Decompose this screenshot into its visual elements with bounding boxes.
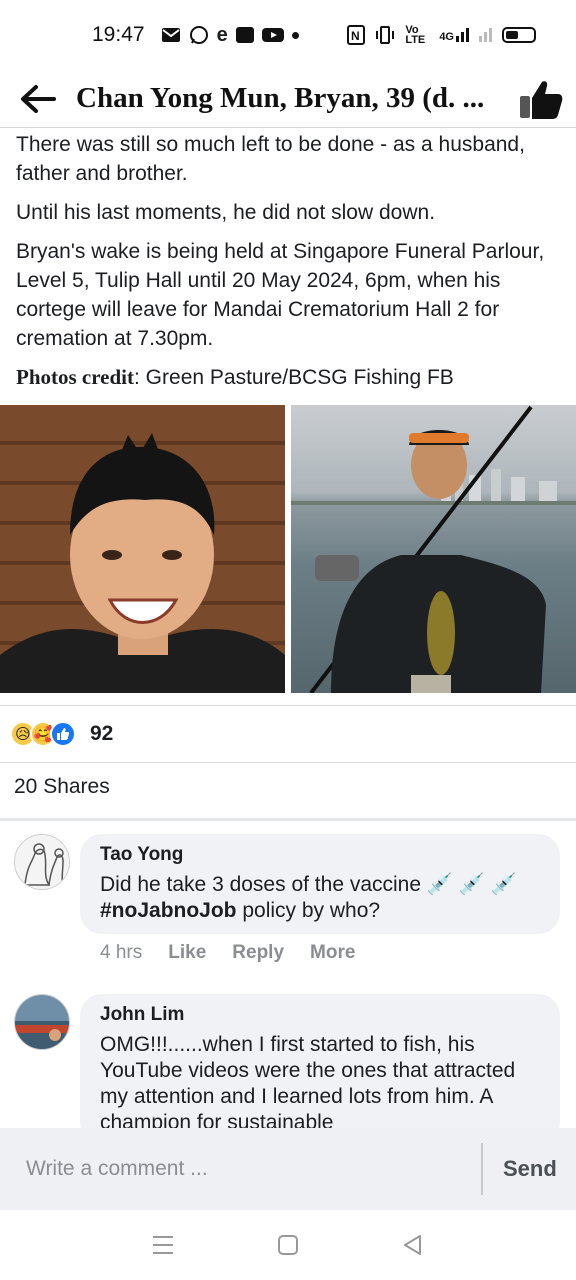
photo-credit: Photos credit: Green Pasture/BCSG Fishin… <box>16 363 564 392</box>
vibrate-icon <box>376 26 395 44</box>
battery-icon <box>502 27 536 43</box>
commenter-name[interactable]: John Lim <box>100 1004 540 1026</box>
comment-like-button[interactable]: Like <box>168 942 206 964</box>
like-page-button[interactable] <box>506 70 576 128</box>
comment-more-button[interactable]: More <box>310 942 355 964</box>
avatar[interactable] <box>14 834 70 890</box>
post-body: There was still so much left to be done … <box>16 130 564 402</box>
back-button[interactable] <box>0 70 76 128</box>
shopping-icon <box>235 27 254 43</box>
back-nav-button[interactable] <box>393 1225 433 1265</box>
signal-4g-icon: 4G <box>439 28 469 43</box>
page-title: Chan Yong Mun, Bryan, 39 (d. ... <box>76 82 485 114</box>
fishing-illustration <box>291 405 576 693</box>
photo-fishing[interactable] <box>291 405 576 693</box>
reaction-count: 92 <box>90 722 114 745</box>
whatsapp-icon <box>189 26 208 44</box>
divider <box>0 818 576 821</box>
menu-nav-button[interactable] <box>143 1225 183 1265</box>
square-icon <box>277 1235 298 1255</box>
mail-icon <box>161 28 180 42</box>
comment-input[interactable]: Write a comment ... <box>26 1157 481 1181</box>
photo-portrait[interactable] <box>0 405 285 693</box>
reactions-summary[interactable]: 😥 🥰 92 <box>10 710 113 758</box>
shares-count[interactable]: 20 Shares <box>14 775 110 799</box>
hashtag-link[interactable]: #noJabnoJob <box>100 899 237 922</box>
comment-bubble[interactable]: Tao Yong Did he take 3 doses of the vacc… <box>80 834 560 934</box>
post-paragraph: There was still so much left to be done … <box>16 133 525 185</box>
photo-credit-text: : Green Pasture/BCSG Fishing FB <box>134 366 454 389</box>
more-notifications-dot <box>291 31 299 39</box>
volte-label: Vo LTE <box>405 24 426 46</box>
divider <box>0 762 576 763</box>
comment-time: 4 hrs <box>100 942 143 963</box>
portrait-illustration <box>0 433 285 693</box>
app-e-icon: e <box>216 23 228 46</box>
triangle-back-icon <box>404 1235 422 1255</box>
post-paragraph: Until his last moments, he did not slow … <box>16 201 436 224</box>
like-reaction-icon <box>50 721 76 747</box>
thumbs-up-icon <box>520 80 563 119</box>
comment-reply-button[interactable]: Reply <box>232 942 284 964</box>
comment-text: Did he take 3 doses of the vaccine 💉 💉 💉… <box>100 873 517 922</box>
divider <box>0 705 576 706</box>
photo-grid <box>0 405 576 693</box>
system-nav-bar <box>0 1210 576 1280</box>
comment-text: OMG!!!......when I first started to fish… <box>100 1033 516 1134</box>
menu-icon <box>152 1236 173 1254</box>
system-icons: N Vo LTE 4G <box>347 24 536 46</box>
comment-bubble[interactable]: John Lim OMG!!!......when I first starte… <box>80 994 560 1144</box>
arrow-left-icon <box>21 84 56 113</box>
status-time: 19:47 <box>92 23 145 46</box>
svg-text:N: N <box>351 29 360 43</box>
notification-icons: e <box>161 24 299 47</box>
nfc-icon: N <box>347 25 366 45</box>
avatar[interactable] <box>14 994 70 1050</box>
divider <box>481 1143 483 1195</box>
post-paragraph: Bryan's wake is being held at Singapore … <box>16 240 545 350</box>
comment-actions: 4 hrs Like Reply More <box>100 942 355 964</box>
comment-composer: Write a comment ... Send <box>0 1128 576 1210</box>
app-header: Chan Yong Mun, Bryan, 39 (d. ... <box>0 70 576 128</box>
commenter-name[interactable]: Tao Yong <box>100 844 540 866</box>
status-bar: 19:47 e N Vo LTE 4G <box>0 0 576 70</box>
signal-weak-icon <box>479 28 492 42</box>
home-nav-button[interactable] <box>268 1225 308 1265</box>
youtube-icon <box>261 28 284 42</box>
photo-credit-label: Photos credit <box>16 365 135 389</box>
send-button[interactable]: Send <box>503 1156 557 1182</box>
